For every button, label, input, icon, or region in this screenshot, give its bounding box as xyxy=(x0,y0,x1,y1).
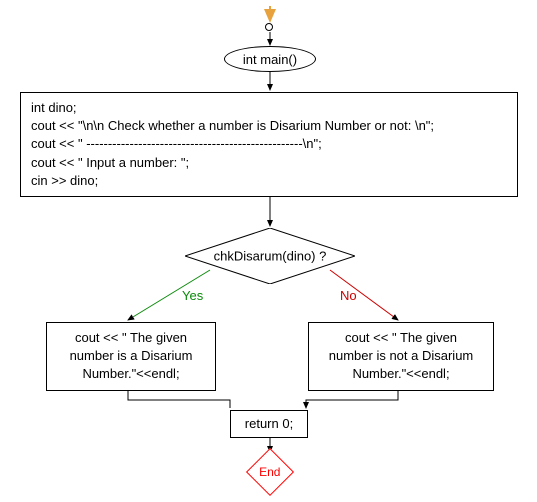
return-label: return 0; xyxy=(245,416,293,431)
yes-line3: Number."<<endl; xyxy=(57,365,205,383)
yes-block: cout << " The given number is a Disarium… xyxy=(46,322,216,391)
end-node: End xyxy=(246,448,294,496)
block1-line3: cout << " ------------------------------… xyxy=(31,135,507,153)
main-label: int main() xyxy=(243,52,297,67)
decision-node: chkDisarum(dino) ? xyxy=(185,228,355,284)
edge-label-no: No xyxy=(340,288,357,303)
start-dot xyxy=(265,23,273,31)
block1-line1: int dino; xyxy=(31,99,507,117)
no-block: cout << " The given number is not a Disa… xyxy=(308,322,494,391)
block1-line5: cin >> dino; xyxy=(31,172,507,190)
block1-line2: cout << "\n\n Check whether a number is … xyxy=(31,117,507,135)
return-node: return 0; xyxy=(230,410,308,438)
end-label: End xyxy=(259,465,280,479)
yes-line2: number is a Disarium xyxy=(57,347,205,365)
block1-line4: cout << " Input a number: "; xyxy=(31,154,507,172)
edge-label-yes: Yes xyxy=(182,288,203,303)
no-line3: Number."<<endl; xyxy=(319,365,483,383)
no-line1: cout << " The given xyxy=(319,329,483,347)
decision-label: chkDisarum(dino) ? xyxy=(214,249,327,264)
flowchart-canvas: int main() int dino; cout << "\n\n Check… xyxy=(0,0,537,502)
code-block-1: int dino; cout << "\n\n Check whether a … xyxy=(20,92,518,197)
no-line2: number is not a Disarium xyxy=(319,347,483,365)
main-node: int main() xyxy=(224,46,316,72)
yes-line1: cout << " The given xyxy=(57,329,205,347)
